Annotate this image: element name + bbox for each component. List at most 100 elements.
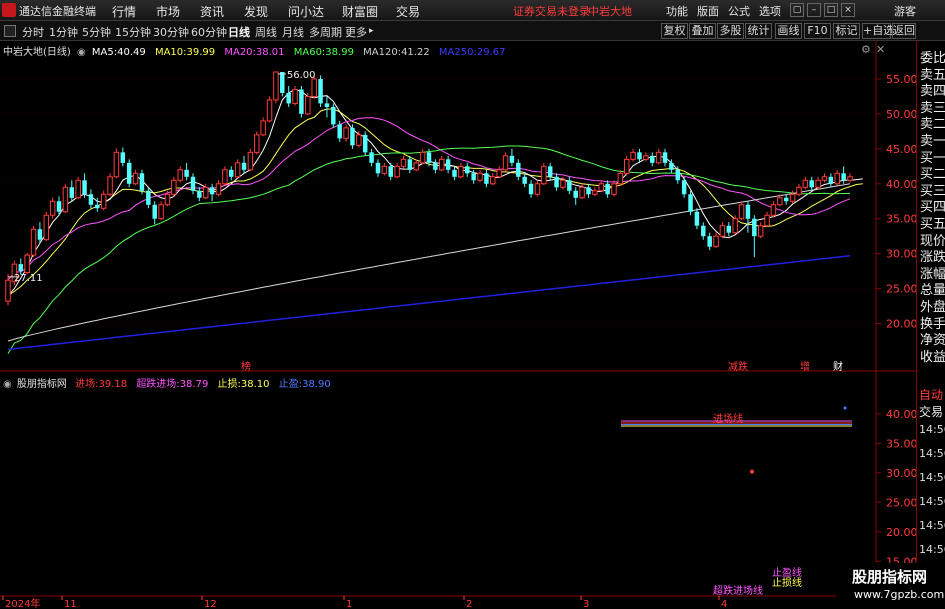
price-tick-label: 50.00 bbox=[886, 108, 916, 121]
price-axis: 55.00 50.00 45.00 40.00 35.00 30.00 25.00 20.00 bbox=[876, 73, 916, 331]
candle-body bbox=[413, 162, 419, 171]
candle-body bbox=[260, 120, 266, 136]
candle-body bbox=[56, 201, 62, 212]
candle-body bbox=[158, 204, 164, 220]
time-tick-label: 11 bbox=[64, 599, 77, 609]
candle-body bbox=[828, 176, 834, 184]
watermark-title: 股朋指标网 bbox=[852, 568, 928, 586]
candle-body bbox=[37, 229, 43, 240]
candle-body bbox=[280, 71, 285, 93]
candle-body bbox=[637, 152, 642, 160]
quote-field-18: 收益 bbox=[920, 349, 945, 365]
candle-body bbox=[458, 165, 464, 178]
candle-body bbox=[209, 187, 215, 195]
candle-body bbox=[490, 176, 496, 185]
candle-body bbox=[465, 166, 470, 174]
candle-body bbox=[579, 186, 585, 199]
candle-body bbox=[164, 193, 171, 206]
candle-body bbox=[95, 204, 100, 209]
candle-body bbox=[669, 162, 674, 170]
candle-body bbox=[560, 179, 566, 188]
oversold-line-label: 超跌进场线 bbox=[713, 584, 763, 597]
price-tick-label: 30.00 bbox=[886, 248, 916, 261]
candle-body bbox=[254, 134, 260, 153]
candle-body bbox=[433, 162, 438, 170]
candle-body bbox=[783, 197, 789, 202]
time-tick-label: 3 bbox=[583, 599, 589, 609]
time-axis: 2024年 11 12 1 2 3 4 bbox=[2, 596, 727, 609]
candle-body bbox=[534, 183, 541, 195]
candle-body bbox=[694, 211, 700, 226]
candle-body bbox=[496, 169, 502, 178]
low-price-label: 27.11 bbox=[14, 273, 43, 284]
kline-chart[interactable]: 56.00 27.11 榜 减跌 增 财 55.00 50.00 45.00 40.00 35.0… bbox=[0, 0, 916, 609]
stop-loss-label: 止损线 bbox=[772, 576, 802, 589]
auto-button[interactable]: 自动 bbox=[919, 386, 943, 403]
candle-body bbox=[152, 204, 157, 219]
candle-body bbox=[241, 162, 247, 170]
time-tick-label: 2024年 bbox=[5, 597, 40, 609]
candle-body bbox=[624, 158, 630, 174]
candle-body bbox=[426, 152, 432, 163]
candle-body bbox=[30, 228, 37, 256]
candle-body bbox=[407, 159, 413, 170]
candle-body bbox=[171, 179, 177, 195]
candle-body bbox=[445, 159, 451, 170]
ma20-line bbox=[7, 117, 851, 281]
takeprofit-dot bbox=[843, 406, 847, 410]
ma120-line bbox=[7, 183, 851, 342]
candle-body bbox=[113, 151, 120, 178]
price-tick-label: 40.00 bbox=[886, 178, 916, 191]
candle-body bbox=[107, 176, 113, 195]
candle-body bbox=[554, 176, 559, 188]
candle-body bbox=[821, 176, 828, 181]
candle-body bbox=[266, 99, 273, 122]
candle-body bbox=[203, 186, 209, 199]
candle-body bbox=[292, 88, 298, 104]
candle-body bbox=[841, 173, 846, 181]
candle-body bbox=[815, 179, 821, 188]
candle-body bbox=[126, 162, 132, 184]
candle-body bbox=[362, 134, 368, 153]
candle-body bbox=[139, 173, 145, 191]
candle-body bbox=[567, 180, 572, 191]
candle-body bbox=[234, 162, 241, 178]
candle-body bbox=[88, 194, 94, 205]
time-tick-label: 2 bbox=[466, 599, 472, 609]
tick-time: 14:56 bbox=[919, 495, 945, 508]
candle-body bbox=[247, 151, 254, 171]
candle-body bbox=[796, 186, 802, 195]
trade-label: 交易 bbox=[919, 405, 944, 419]
tick-time: 14:56 bbox=[919, 447, 945, 460]
candle-body bbox=[484, 173, 489, 184]
candle-body bbox=[547, 166, 553, 177]
candle-body bbox=[337, 124, 342, 139]
price-tick-label: 45.00 bbox=[886, 143, 916, 156]
sub-tick-label: 40.00 bbox=[886, 408, 916, 421]
candle-body bbox=[318, 78, 323, 104]
event-marker: 榜 bbox=[241, 360, 251, 373]
candle-body bbox=[311, 78, 317, 97]
candle-body bbox=[369, 152, 374, 163]
candle-body bbox=[215, 183, 222, 195]
ma10-line bbox=[7, 108, 863, 297]
candle-body bbox=[24, 254, 30, 274]
sub-tick-label: 30.00 bbox=[886, 467, 916, 480]
tick-time: 14:56 bbox=[919, 471, 945, 484]
candle-body bbox=[299, 89, 304, 114]
event-marker: 减跌 bbox=[728, 360, 748, 373]
candle-body bbox=[764, 214, 770, 227]
candle-body bbox=[5, 279, 11, 302]
watermark-url: www.7gpzb.com bbox=[854, 588, 945, 601]
candle-body bbox=[100, 193, 107, 209]
candle-body bbox=[394, 165, 400, 178]
candle-body bbox=[502, 155, 509, 171]
candle-body bbox=[120, 152, 126, 163]
sub-tick-label: 20.00 bbox=[886, 526, 916, 539]
candle-body bbox=[331, 106, 336, 125]
candle-body bbox=[286, 92, 291, 104]
candle-body bbox=[381, 165, 388, 174]
candle-body bbox=[477, 172, 483, 181]
candle-body bbox=[617, 172, 624, 185]
candle-body bbox=[757, 225, 764, 237]
